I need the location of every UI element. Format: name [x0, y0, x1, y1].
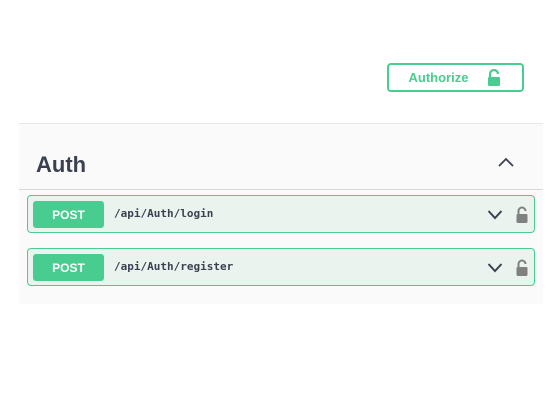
authorize-label: Authorize [408, 70, 469, 85]
opblock-login[interactable]: POST /api/Auth/login [27, 195, 535, 233]
method-badge: POST [33, 201, 104, 228]
tag-section-auth: Auth POST /api/Auth/login POST /api/Auth… [19, 123, 543, 304]
tag-header[interactable]: Auth [19, 124, 543, 190]
lock-icon[interactable] [515, 206, 529, 223]
endpoint-path: /api/Auth/register [114, 260, 234, 273]
opblock-register[interactable]: POST /api/Auth/register [27, 248, 535, 286]
authorize-button[interactable]: Authorize [387, 63, 524, 92]
chevron-down-icon[interactable] [487, 209, 503, 220]
tag-title: Auth [36, 152, 87, 177]
endpoint-path: /api/Auth/login [114, 207, 214, 220]
lock-icon[interactable] [515, 259, 529, 276]
method-badge: POST [33, 254, 104, 281]
chevron-down-icon[interactable] [487, 262, 503, 273]
unlocked-icon [488, 69, 501, 86]
chevron-up-icon[interactable] [497, 156, 515, 168]
